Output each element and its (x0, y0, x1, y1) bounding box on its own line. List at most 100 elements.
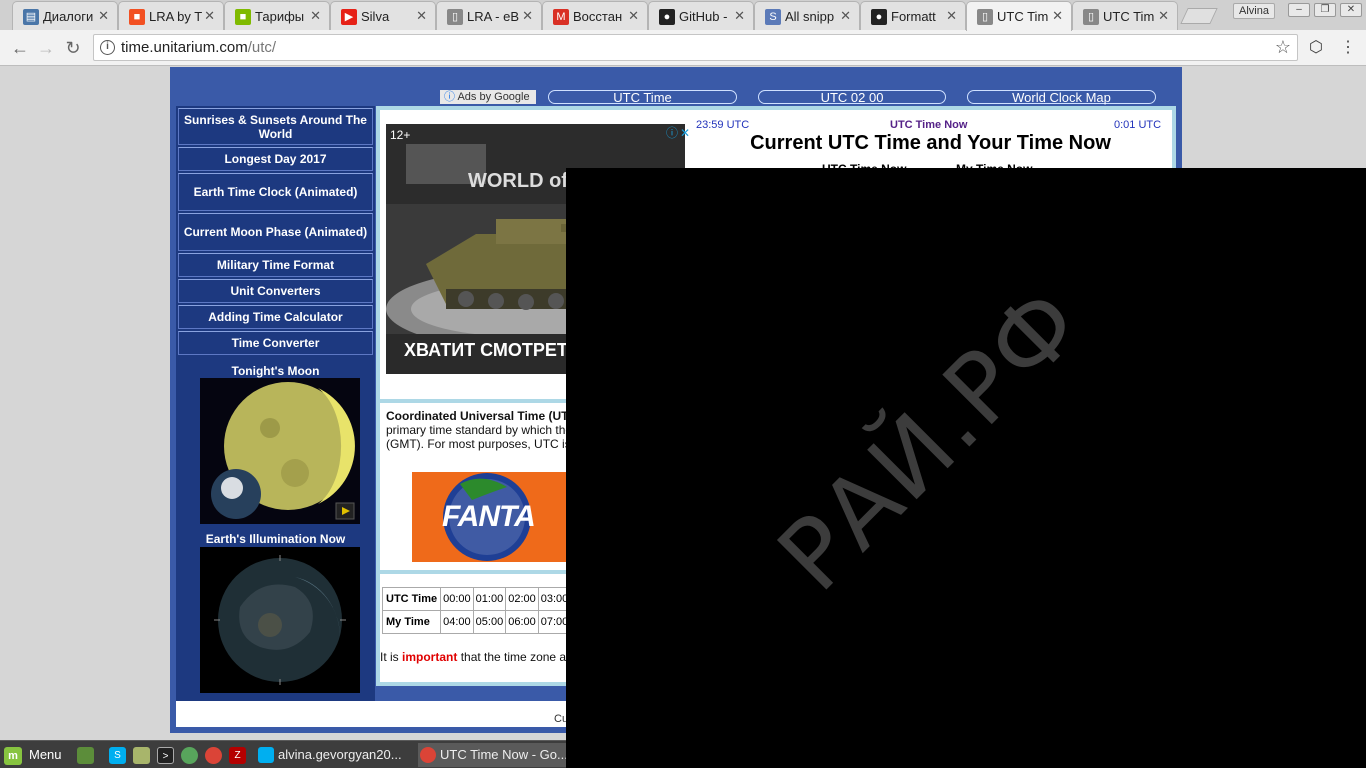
microsoft-icon: ■ (235, 9, 251, 25)
show-desktop-icon[interactable] (77, 747, 94, 764)
menu-kebab-icon[interactable]: ⋮ (1336, 36, 1360, 60)
browser-tab[interactable]: M Восстан ✕ (542, 1, 648, 30)
close-tab-icon[interactable]: ✕ (1052, 8, 1063, 24)
close-tab-icon[interactable]: ✕ (628, 8, 639, 24)
prev-minute-link[interactable]: 23:59 UTC (696, 119, 749, 131)
sidebar: Sunrises & Sunsets Around The World Long… (176, 106, 375, 701)
extension-cube-icon[interactable]: ⬡ (1304, 36, 1328, 60)
sidebar-link-adding-time[interactable]: Adding Time Calculator (178, 305, 373, 329)
sidebar-link-unit-converters[interactable]: Unit Converters (178, 279, 373, 303)
bookmark-star-icon[interactable]: ☆ (1275, 37, 1291, 58)
minimize-button[interactable]: – (1288, 3, 1310, 17)
youtube-icon: ▶ (341, 9, 357, 25)
close-tab-icon[interactable]: ✕ (840, 8, 851, 24)
sidebar-link-military-time[interactable]: Military Time Format (178, 253, 373, 277)
sidebar-link-moon-phase[interactable]: Current Moon Phase (Animated) (178, 213, 373, 251)
forward-arrow-icon[interactable]: → (34, 36, 58, 60)
nav-utc-time[interactable]: UTC Time (548, 90, 737, 104)
task-chrome[interactable]: UTC Time Now - Go... (418, 743, 576, 767)
browser-toolbar: ← → ↻ i time.unitarium.com/utc/ ☆ ⬡ ⋮ (0, 30, 1366, 66)
chat-icon: ▤ (23, 9, 39, 25)
ad-headline: ХВАТИТ СМОТРЕТЬ (404, 340, 581, 360)
terminal-icon[interactable]: > (157, 747, 174, 764)
table-row: UTC Time 00:00 01:00 02:00 03:00 04 (381, 587, 589, 611)
tab-title: Восстан (573, 9, 623, 24)
filezilla-icon[interactable]: Z (229, 747, 246, 764)
table-cell: 02:00 (505, 587, 539, 611)
ad-choices-icon[interactable]: ⓘ (666, 126, 680, 140)
tab-title: UTC Tim (997, 9, 1049, 24)
tab-title: Silva (361, 9, 390, 24)
nav-utc-02-00[interactable]: UTC 02 00 (758, 90, 946, 104)
close-tab-icon[interactable]: ✕ (946, 8, 957, 24)
close-tab-icon[interactable]: ✕ (204, 8, 215, 24)
table-row: My Time 04:00 05:00 06:00 07:00 08 (381, 610, 589, 634)
time-conversion-table: UTC Time 00:00 01:00 02:00 03:00 04 My T… (381, 587, 589, 634)
reload-icon[interactable]: ↻ (61, 36, 85, 60)
browser-tab[interactable]: ▶ Silva ✕ (330, 1, 436, 30)
maximize-button[interactable]: ❐ (1314, 3, 1336, 17)
address-bar[interactable]: i time.unitarium.com/utc/ ☆ (93, 34, 1298, 61)
earth-illumination-image (200, 547, 360, 693)
tab-title: All snipp (785, 9, 835, 24)
close-tab-icon[interactable]: ✕ (734, 8, 745, 24)
document-icon: ▯ (447, 9, 463, 25)
table-cell: 05:00 (472, 610, 507, 634)
browser-tab[interactable]: ▤ Диалоги ✕ (12, 1, 118, 30)
fanta-logo: FANTA (442, 500, 536, 533)
back-arrow-icon[interactable]: ← (8, 36, 32, 60)
document-icon: ▯ (1083, 9, 1099, 25)
browser-tab[interactable]: ● Formatt ✕ (860, 1, 966, 30)
microsoft-icon: ■ (129, 9, 145, 25)
browser-tab[interactable]: ▯ UTC Tim ✕ (966, 1, 1072, 31)
sidebar-link-longest-day[interactable]: Longest Day 2017 (178, 147, 373, 171)
browser-tab[interactable]: ▯ UTC Tim ✕ (1072, 1, 1178, 30)
close-tab-icon[interactable]: ✕ (1158, 8, 1169, 24)
files-folder-icon[interactable] (133, 747, 150, 764)
tab-title: LRA - eB (467, 9, 520, 24)
browser-tab[interactable]: S All snipp ✕ (754, 1, 860, 30)
chrome-icon (420, 747, 436, 763)
close-tab-icon[interactable]: ✕ (522, 8, 533, 24)
browser-tab[interactable]: ■ Тарифы ✕ (224, 1, 330, 30)
page-title: Current UTC Time and Your Time Now (750, 132, 1111, 154)
utc-time-panel: 23:59 UTC UTC Time Now 0:01 UTC Current … (689, 110, 1172, 176)
task-skype[interactable]: alvina.gevorgyan20... (256, 743, 414, 767)
tab-title: LRA by T (149, 9, 203, 24)
tab-title: UTC Tim (1103, 9, 1155, 24)
tab-title: Диалоги (43, 9, 94, 24)
tonights-moon-heading: Tonight's Moon (231, 364, 320, 378)
earth-illumination-heading: Earth's Illumination Now (205, 532, 346, 546)
age-rating: 12+ (390, 128, 411, 142)
nav-world-clock-map[interactable]: World Clock Map (967, 90, 1156, 104)
app-green-icon[interactable] (181, 747, 198, 764)
watermark: РАЙ.РФ (756, 265, 1104, 613)
browser-tab[interactable]: ■ LRA by T ✕ (118, 1, 224, 30)
sidebar-link-time-converter[interactable]: Time Converter (178, 331, 373, 355)
close-tab-icon[interactable]: ✕ (98, 8, 109, 24)
tab-title: GitHub - (679, 9, 728, 24)
utc-row-label: UTC Time (381, 587, 442, 611)
next-minute-link[interactable]: 0:01 UTC (1114, 119, 1161, 131)
start-menu-button[interactable]: m Menu (4, 745, 62, 765)
ads-by-google[interactable]: ⓘ Ads by Google (440, 90, 536, 104)
close-tab-icon[interactable]: ✕ (416, 8, 427, 24)
important-text: important (402, 650, 458, 664)
utc-time-now-link[interactable]: UTC Time Now (890, 119, 967, 131)
close-window-button[interactable]: ✕ (1340, 3, 1362, 17)
url-text[interactable]: time.unitarium.com/utc/ (121, 39, 276, 57)
close-tab-icon[interactable]: ✕ (310, 8, 321, 24)
ad-info-icon: ⓘ (444, 91, 455, 103)
info-icon[interactable]: i (100, 40, 115, 55)
moon-phase-image[interactable] (200, 378, 360, 524)
browser-tab[interactable]: ● GitHub - ✕ (648, 1, 754, 30)
browser-tab[interactable]: ▯ LRA - eB ✕ (436, 1, 542, 30)
top-nav: ⓘ Ads by Google UTC Time UTC 02 00 World… (170, 67, 1182, 105)
sidebar-link-earth-time-clock[interactable]: Earth Time Clock (Animated) (178, 173, 373, 211)
chrome-icon[interactable] (205, 747, 222, 764)
skype-icon (258, 747, 274, 763)
profile-button[interactable]: Alvina (1233, 3, 1275, 19)
new-tab-button[interactable] (1180, 8, 1218, 24)
skype-icon[interactable]: S (109, 747, 126, 764)
sidebar-link-sunrises[interactable]: Sunrises & Sunsets Around The World (178, 108, 373, 145)
